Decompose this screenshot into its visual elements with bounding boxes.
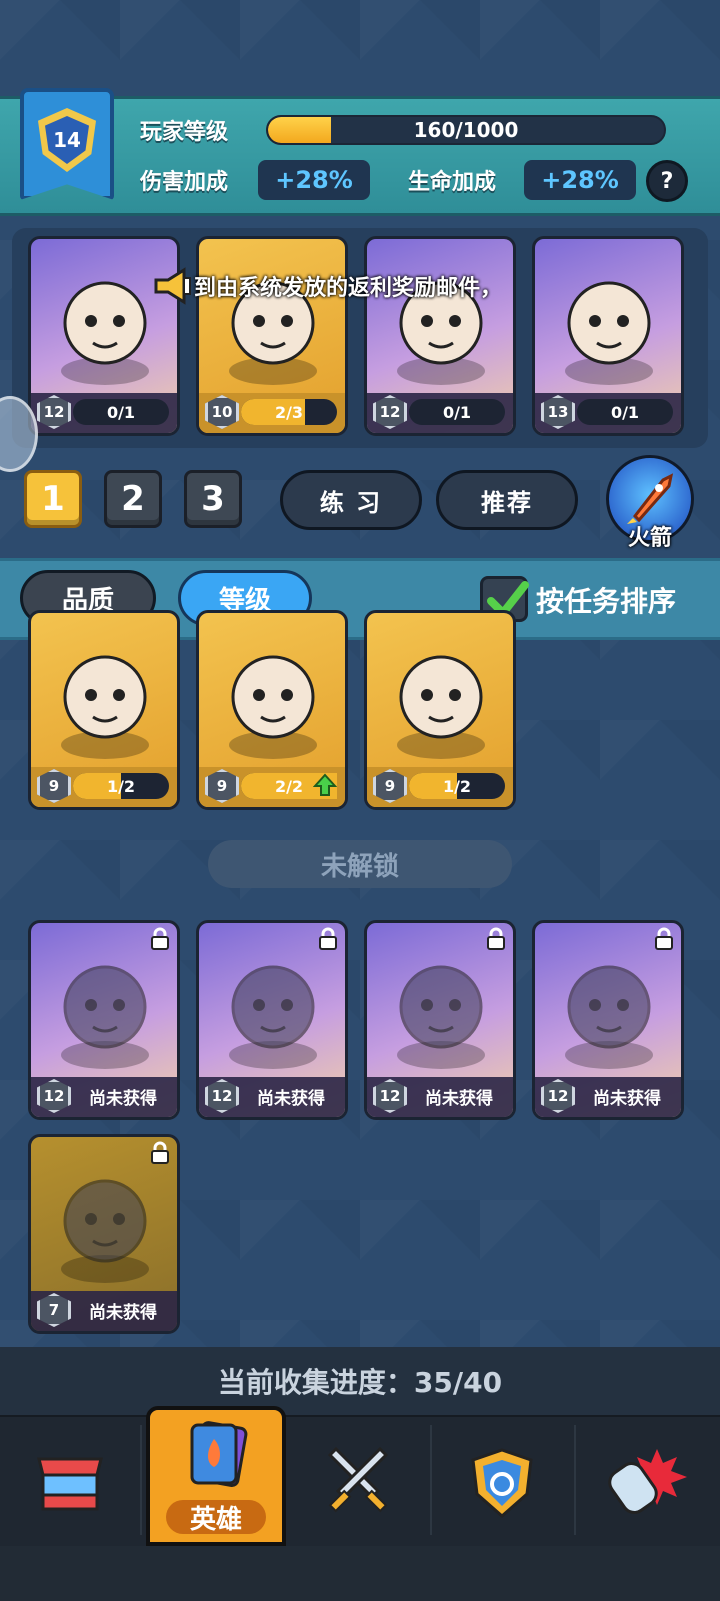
hero-shard-count: 2/2 (274, 776, 304, 796)
nav-shop[interactable] (0, 1418, 140, 1548)
hero-shard-count: 2/3 (274, 402, 304, 422)
locked-section-label: 未解锁 (208, 840, 512, 888)
lock-icon (487, 927, 505, 950)
recommend-button[interactable]: 推荐 (436, 470, 578, 530)
locked-hero-card[interactable]: 12 尚未获得 (364, 920, 516, 1120)
nav-heroes-label: 英雄 (166, 1500, 266, 1535)
owned-hero-card[interactable]: 9 2/2 (196, 610, 348, 810)
hero-status: 尚未获得 (425, 1088, 493, 1109)
task-sort-label: 按任务排序 (536, 585, 677, 618)
team-tab-1[interactable]: 1 (24, 470, 82, 528)
hero-status: 尚未获得 (257, 1088, 325, 1109)
hero-status: 尚未获得 (593, 1088, 661, 1109)
nav-gauntlet[interactable] (576, 1418, 716, 1548)
shadow-golem-hero-icon (61, 1179, 149, 1283)
hero-shard-count: 0/1 (610, 402, 640, 422)
player-level-label: 玩家等级 (140, 120, 229, 145)
announcement-text: 到由系统发放的返利奖励邮件， (194, 276, 503, 301)
hero-shard-count: 0/1 (106, 402, 136, 422)
hero-shard-count: 1/2 (442, 776, 472, 796)
hero-cards-icon (190, 1421, 248, 1487)
locked-hero-card[interactable]: 12 尚未获得 (532, 920, 684, 1120)
upgrade-arrow-icon (313, 773, 337, 796)
locked-hero-card[interactable]: 12 尚未获得 (196, 920, 348, 1120)
damage-bonus-label: 伤害加成 (140, 170, 229, 195)
locked-hero-card[interactable]: 12 尚未获得 (28, 920, 180, 1120)
hero-shard-bar: 0/1 (73, 399, 169, 425)
white-cat-hero-icon (397, 655, 485, 759)
hero-status: 尚未获得 (89, 1302, 157, 1323)
team-tab-3[interactable]: 3 (184, 470, 242, 528)
hero-status: 尚未获得 (89, 1088, 157, 1109)
practice-button[interactable]: 练 习 (280, 470, 422, 530)
team-tab-2[interactable]: 2 (104, 470, 162, 528)
hero-shard-bar: 1/2 (73, 773, 169, 799)
shop-icon (37, 1457, 103, 1511)
lock-icon (655, 927, 673, 950)
nav-heroes[interactable] (148, 1410, 288, 1500)
hero-shard-bar: 0/1 (577, 399, 673, 425)
nav-battle[interactable] (288, 1418, 428, 1548)
owned-hero-card[interactable]: 9 1/2 (364, 610, 516, 810)
locked-hero-card[interactable]: 7 尚未获得 (28, 1134, 180, 1334)
megaphone-icon (154, 267, 191, 305)
hero-shard-bar: 2/3 (241, 399, 337, 425)
knight-hero-icon (61, 655, 149, 759)
team-hero-card[interactable]: 13 0/1 (532, 236, 684, 436)
hero-shard-bar: 0/1 (409, 399, 505, 425)
collection-progress: 当前收集进度：35/40 (0, 1347, 720, 1415)
panda-hero-icon (61, 281, 149, 385)
samurai-hero-icon (397, 965, 485, 1069)
hero-shard-count: 1/2 (106, 776, 136, 796)
monkey-king-hero-icon (565, 965, 653, 1069)
lock-icon (151, 927, 169, 950)
guild-shield-icon (471, 1448, 533, 1518)
gauntlet-icon (608, 1449, 687, 1514)
red-dragon-hero-icon (565, 281, 653, 385)
hero-shard-bar: 1/2 (409, 773, 505, 799)
nav-guild[interactable] (432, 1418, 572, 1548)
health-bonus-value: +28% (524, 160, 636, 200)
damage-bonus-value: +28% (258, 160, 370, 200)
help-button[interactable]: ? (646, 160, 688, 202)
xp-text: 160/1000 (413, 118, 519, 142)
health-bonus-label: 生命加成 (408, 170, 497, 195)
owned-hero-card[interactable]: 9 1/2 (28, 610, 180, 810)
rocket-label: 火箭 (627, 526, 672, 551)
green-ghost-hero-icon (61, 965, 149, 1069)
lock-icon (151, 1141, 169, 1164)
wolf-hero-icon (229, 655, 317, 759)
announcement-banner: 到由系统发放的返利奖励邮件， (150, 264, 550, 308)
lock-icon (319, 927, 337, 950)
monk-hero-icon (229, 965, 317, 1069)
bottom-strip (0, 1546, 720, 1601)
crossed-swords-icon (327, 1446, 389, 1513)
hero-shard-count: 0/1 (442, 402, 472, 422)
